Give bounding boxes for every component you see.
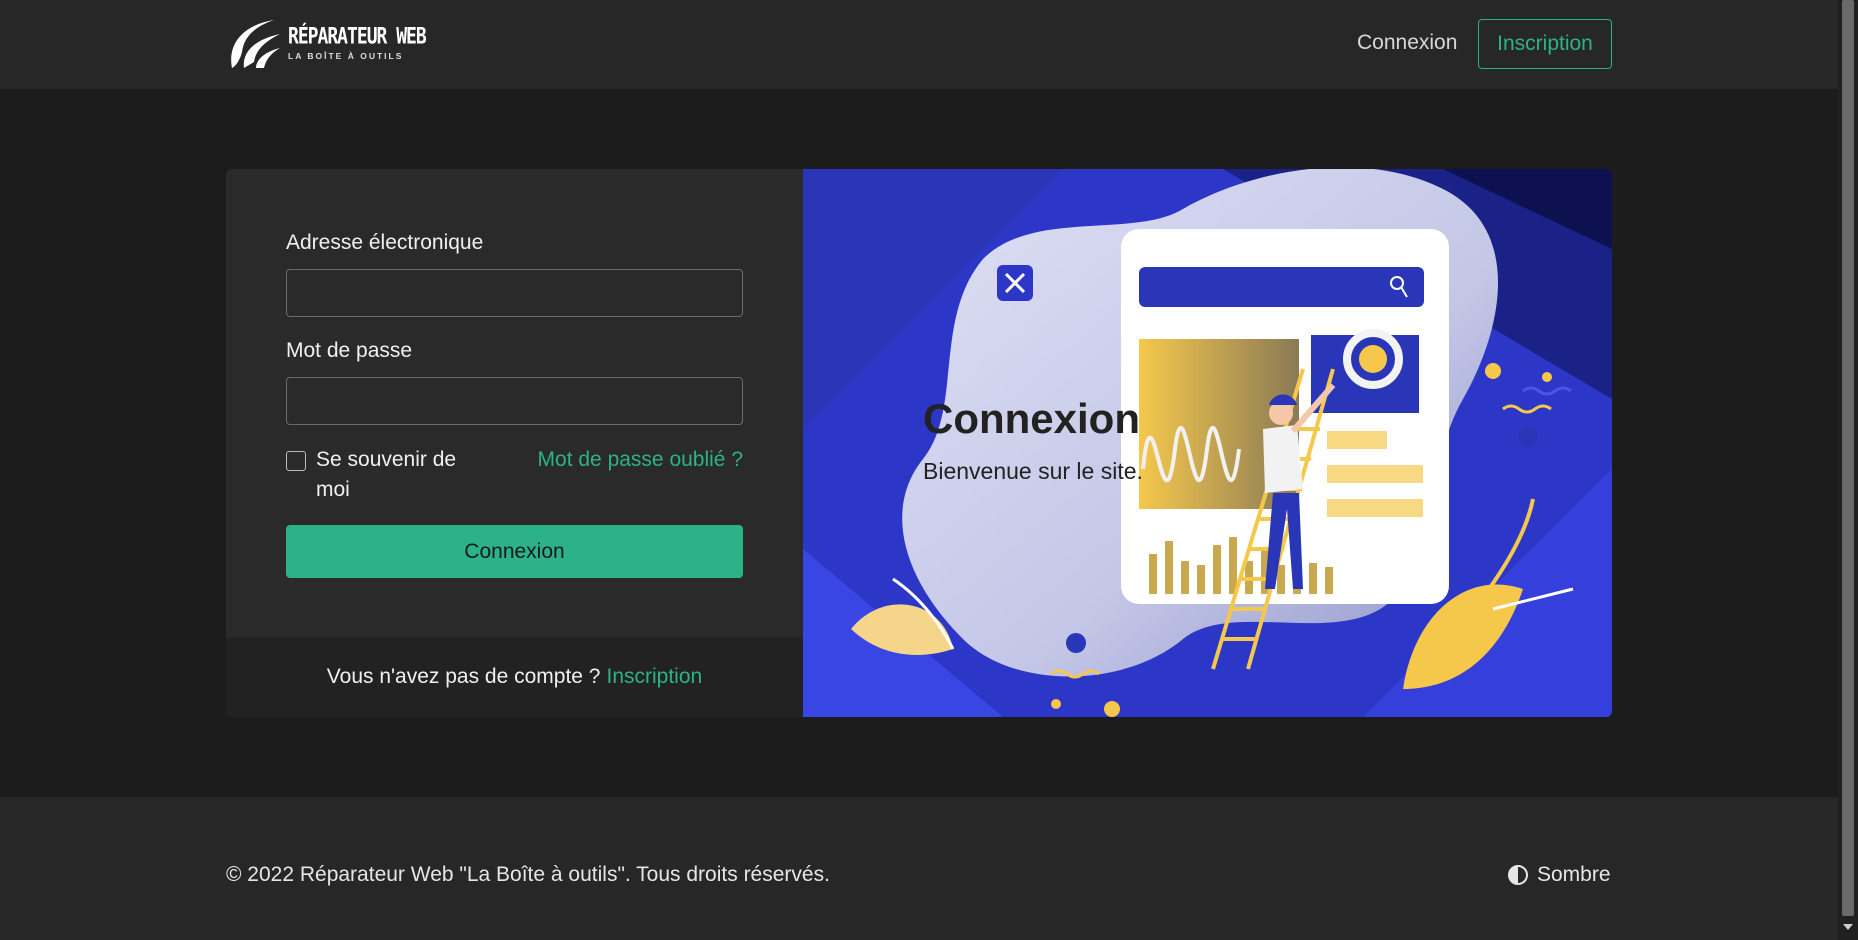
brand-logo[interactable]: RÉPARATEUR WEB LA BOÎTE À OUTILS [226,18,427,70]
brand-text: RÉPARATEUR WEB LA BOÎTE À OUTILS [288,23,427,61]
page-scrollbar[interactable] [1838,0,1858,940]
remember-checkbox[interactable] [286,451,306,471]
nav-login-link[interactable]: Connexion [1357,31,1457,55]
theme-toggle-button[interactable]: Sombre [1507,863,1611,887]
remember-me: Se souvenir de moi [286,448,466,505]
brand-subtitle: LA BOÎTE À OUTILS [288,50,404,61]
signup-prompt: Vous n'avez pas de compte ? Inscription [226,637,803,717]
remember-label[interactable]: Se souvenir de moi [316,445,466,505]
scrollbar-thumb[interactable] [1842,0,1854,916]
login-card: Adresse électronique Mot de passe Se sou… [226,169,1612,717]
nav-signup-button[interactable]: Inscription [1478,19,1612,69]
copyright-text: © 2022 Réparateur Web "La Boîte à outils… [226,863,830,886]
remember-row: Se souvenir de moi Mot de passe oublié ? [286,448,743,505]
hero-subtitle: Bienvenue sur le site. [923,458,1143,484]
password-field[interactable] [286,377,743,425]
hero-illustration [803,169,1612,717]
swoosh-logo-icon [231,20,280,68]
hero-title: Connexion [923,395,1140,442]
password-label: Mot de passe [286,339,413,362]
signup-link[interactable]: Inscription [606,665,702,689]
login-form: Adresse électronique Mot de passe Se sou… [286,231,743,578]
scroll-down-arrow-icon[interactable] [1843,924,1853,930]
login-form-panel: Adresse électronique Mot de passe Se sou… [226,169,803,717]
contrast-icon [1508,865,1528,885]
signup-prompt-text: Vous n'avez pas de compte ? [326,665,601,688]
forgot-password-link[interactable]: Mot de passe oublié ? [538,445,743,475]
login-submit-button[interactable]: Connexion [286,525,743,578]
hero-panel: Connexion Bienvenue sur le site. [803,169,1612,717]
theme-toggle-label[interactable]: Sombre [1537,863,1611,887]
email-field[interactable] [286,269,743,317]
navbar: RÉPARATEUR WEB LA BOÎTE À OUTILS Connexi… [0,0,1838,89]
page: RÉPARATEUR WEB LA BOÎTE À OUTILS Connexi… [0,0,1858,940]
brand-title: RÉPARATEUR WEB [288,23,427,50]
email-label: Adresse électronique [286,231,484,254]
footer: © 2022 Réparateur Web "La Boîte à outils… [0,797,1838,940]
